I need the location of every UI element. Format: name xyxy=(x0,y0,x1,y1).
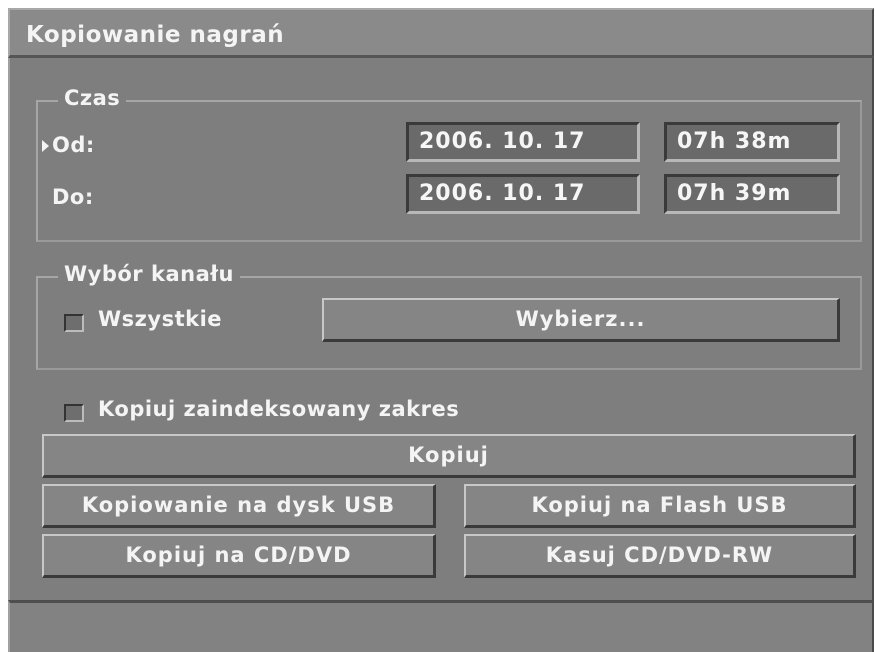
copy-recordings-window: Kopiowanie nagrań Czas Od: 2006. 10. 17 … xyxy=(8,8,874,652)
main-panel: Czas Od: 2006. 10. 17 07h 38m Do: 2006. … xyxy=(8,58,874,600)
channel-group-legend: Wybór kanału xyxy=(58,262,240,286)
from-label: Od: xyxy=(52,133,95,157)
all-channels-label[interactable]: Wszystkie xyxy=(98,307,222,331)
from-time-field[interactable]: 07h 38m xyxy=(664,122,840,162)
to-time-field[interactable]: 07h 39m xyxy=(664,174,840,214)
all-channels-checkbox[interactable] xyxy=(64,314,84,332)
indexed-range-label[interactable]: Kopiuj zaindeksowany zakres xyxy=(98,397,459,421)
from-date-field[interactable]: 2006. 10. 17 xyxy=(406,122,640,162)
title-bar: Kopiowanie nagrań xyxy=(8,8,874,58)
copy-usb-disk-button[interactable]: Kopiowanie na dysk USB xyxy=(42,484,436,528)
to-label: Do: xyxy=(52,185,94,209)
erase-cd-dvd-rw-button[interactable]: Kasuj CD/DVD-RW xyxy=(464,534,856,578)
selection-pointer-icon xyxy=(42,140,49,152)
to-date-field[interactable]: 2006. 10. 17 xyxy=(406,174,640,214)
indexed-range-checkbox[interactable] xyxy=(64,404,84,422)
copy-usb-flash-button[interactable]: Kopiuj na Flash USB xyxy=(464,484,856,528)
copy-cd-dvd-button[interactable]: Kopiuj na CD/DVD xyxy=(42,534,436,578)
time-group-legend: Czas xyxy=(58,86,127,110)
status-bar xyxy=(8,600,874,652)
copy-button[interactable]: Kopiuj xyxy=(42,434,856,478)
select-channels-button[interactable]: Wybierz... xyxy=(322,298,840,342)
window-title: Kopiowanie nagrań xyxy=(26,22,285,48)
